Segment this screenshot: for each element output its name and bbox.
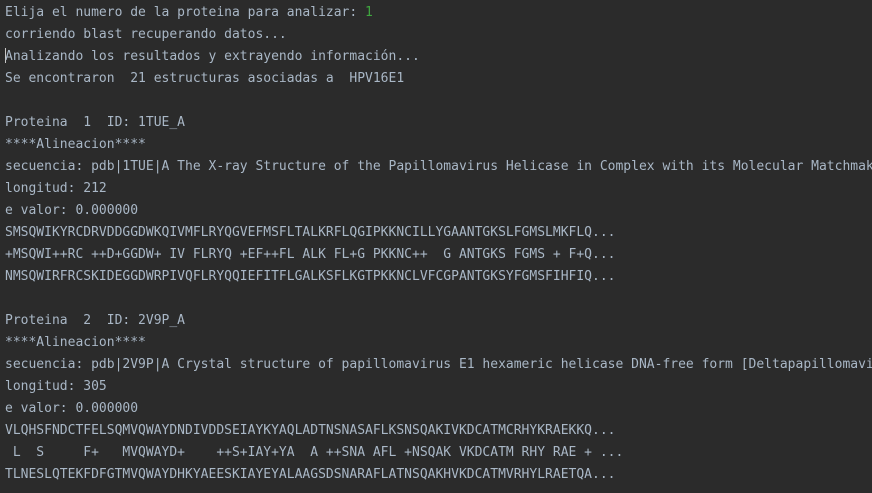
result-2-evalue: e valor: 0.000000: [5, 401, 139, 416]
result-1-query-line: SMSQWIKYRCDRVDDGGDWKQIVMFLRYQGVEFMSFLTAL…: [5, 225, 616, 240]
status-analyzing-text: Analizando los resultados y extrayendo i…: [5, 49, 420, 64]
result-1-alignment-title: ****Alineacion****: [5, 137, 146, 152]
result-1-subject-line: NMSQWIRFRCSKIDEGGDWRPIVQFLRYQQIEFITFLGAL…: [5, 269, 616, 284]
result-1-length: longitud: 212: [5, 181, 107, 196]
result-2-header: Proteina 2 ID: 2V9P_A: [5, 313, 186, 328]
run-console-output[interactable]: Elija el numero de la proteina para anal…: [0, 0, 872, 493]
result-2-match-line: L S F+ MVQWAYD+ ++S+IAY+YA A ++SNA AFL +…: [5, 445, 624, 460]
result-2-alignment-title: ****Alineacion****: [5, 335, 146, 350]
prompt-text: Elija el numero de la proteina para anal…: [5, 5, 366, 20]
result-1-sequence: secuencia: pdb|1TUE|A The X-ray Structur…: [5, 159, 872, 174]
result-1-match-line: +MSQWI++RC ++D+GGDW+ IV FLRYQ +EF++FL AL…: [5, 247, 616, 262]
console-line-status-analyzing: Analizando los resultados y extrayendo i…: [0, 46, 872, 68]
result-2-length: longitud: 305: [5, 379, 107, 394]
result-2-subject-line: TLNESLQTEKFDFGTMVQWAYDHKYAEESKIAYEYALAAG…: [5, 467, 616, 482]
result-1-evalue: e valor: 0.000000: [5, 203, 139, 218]
user-input-value: 1: [365, 5, 373, 20]
console-line-status-blast: corriendo blast recuperando datos...: [5, 27, 287, 42]
result-2-sequence: secuencia: pdb|2V9P|A Crystal structure …: [5, 357, 872, 372]
result-2-query-line: VLQHSFNDCTFELSQMVQWAYDNDIVDDSEIAYKYAQLAD…: [5, 423, 616, 438]
console-line-prompt: Elija el numero de la proteina para anal…: [0, 2, 872, 24]
result-1-header: Proteina 1 ID: 1TUE_A: [5, 115, 186, 130]
console-line-summary: Se encontraron 21 estructuras asociadas …: [5, 71, 405, 86]
